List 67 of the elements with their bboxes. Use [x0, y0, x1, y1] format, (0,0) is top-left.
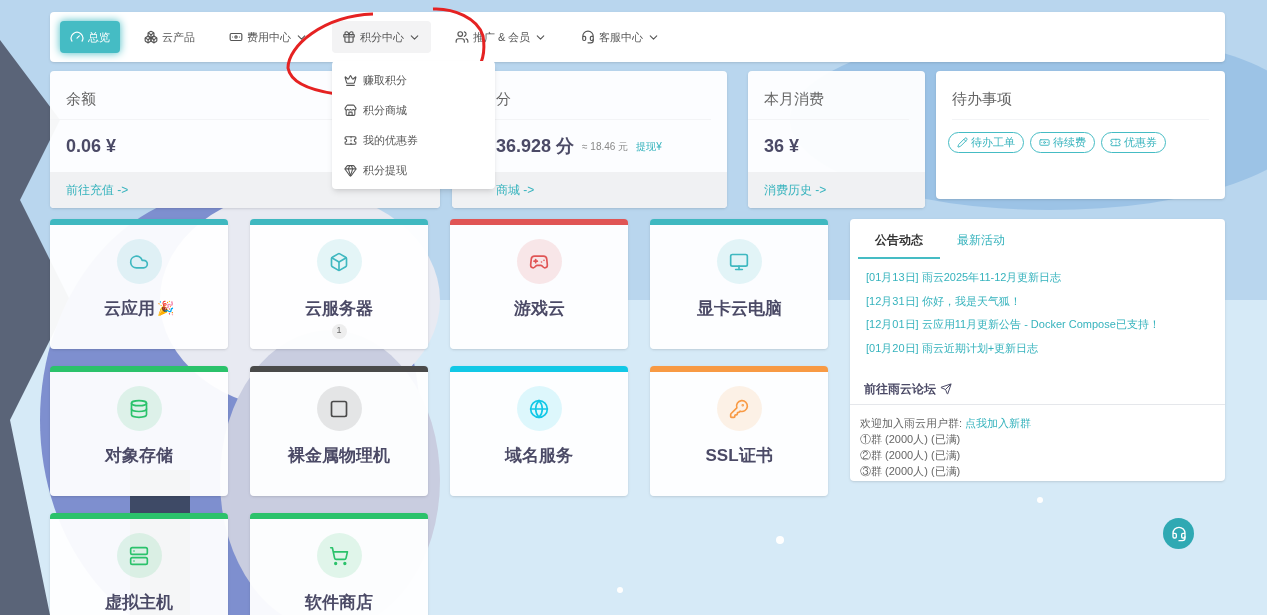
tile-label: 显卡云电脑 [696, 298, 782, 320]
product-tile[interactable]: 显卡云电脑 [650, 219, 828, 349]
product-tile[interactable]: 游戏云 [450, 219, 628, 349]
nav-tab[interactable]: 云产品 [134, 21, 205, 53]
gift-icon [342, 30, 356, 44]
product-tile[interactable]: 云应用🎉 [50, 219, 228, 349]
gauge-icon [70, 30, 84, 44]
menu-item[interactable]: 赚取积分 [332, 65, 495, 95]
product-tile[interactable]: 域名服务 [450, 366, 628, 496]
headset-icon [1170, 525, 1187, 542]
users-icon [455, 30, 469, 44]
crown-icon [344, 73, 357, 87]
ticket-icon [1110, 137, 1121, 148]
tile-label: 虚拟主机 [105, 592, 173, 614]
group-line: ①群 (2000人) (已满) [860, 432, 962, 447]
card-value: 36 ¥ [764, 134, 800, 158]
banknote-icon [229, 30, 243, 44]
nav-tab[interactable]: 积分中心 [332, 21, 431, 53]
server-icon [129, 545, 149, 566]
tile-label: 裸金属物理机 [288, 445, 390, 467]
monitor-icon [729, 251, 749, 272]
database-icon [129, 398, 149, 419]
product-tile[interactable]: 云服务器 1 [250, 219, 428, 349]
menu-item[interactable]: 积分商城 [332, 95, 495, 125]
forum-heading: 前往雨云论坛 [864, 381, 936, 398]
banknote-icon [1039, 137, 1050, 148]
menu-item[interactable]: 我的优惠券 [332, 125, 495, 155]
ticket-icon [344, 133, 357, 147]
tile-label: 云服务器 [305, 298, 373, 320]
card-title: 余额 [66, 90, 96, 107]
square-icon [329, 398, 349, 419]
group-line: ②群 (2000人) (已满) [860, 448, 962, 463]
tile-label: 软件商店 [305, 592, 373, 614]
product-tile[interactable]: 虚拟主机 [50, 513, 228, 615]
group-line: ③群 (2000人) (已满) [860, 464, 962, 479]
key-icon [729, 398, 749, 419]
tile-label: 域名服务 [505, 445, 573, 467]
group-intro: 欢迎加入雨云用户群: [860, 416, 964, 431]
card-value: 36.928 分 [496, 134, 575, 158]
pencil-icon [957, 137, 968, 148]
product-tile[interactable]: 软件商店 [250, 513, 428, 615]
tile-label: 对象存储 [105, 445, 173, 467]
globe-icon [529, 398, 549, 419]
tile-label: 游戏云 [513, 298, 565, 320]
product-tile[interactable]: 对象存储 [50, 366, 228, 496]
send-icon [940, 383, 952, 395]
cube-icon [329, 251, 349, 272]
nav-tab[interactable]: 客服中心 [571, 21, 671, 53]
card-title: 本月消费 [764, 90, 824, 107]
card-title: 待办事项 [952, 90, 1012, 107]
cart-icon [329, 545, 349, 566]
headset-icon [581, 30, 596, 44]
tile-label: 云应用 [104, 298, 155, 320]
party-icon: 🎉 [157, 298, 174, 320]
count-badge: 1 [331, 323, 347, 339]
cubes-icon [144, 30, 158, 44]
store-icon [344, 103, 357, 117]
card-title: 分 [496, 90, 511, 107]
tile-label: SSL证书 [705, 445, 773, 467]
news-tab[interactable]: 公告动态 [858, 231, 940, 259]
product-tile[interactable]: 裸金属物理机 [250, 366, 428, 496]
card-value: 0.06 ¥ [66, 134, 117, 158]
approx-value: ≈ 18.46 元 [582, 139, 629, 154]
product-tile[interactable]: SSL证书 [650, 366, 828, 496]
nav-tab[interactable]: 费用中心 [219, 21, 318, 53]
gem-icon [344, 163, 357, 177]
menu-item[interactable]: 积分提现 [332, 155, 495, 185]
